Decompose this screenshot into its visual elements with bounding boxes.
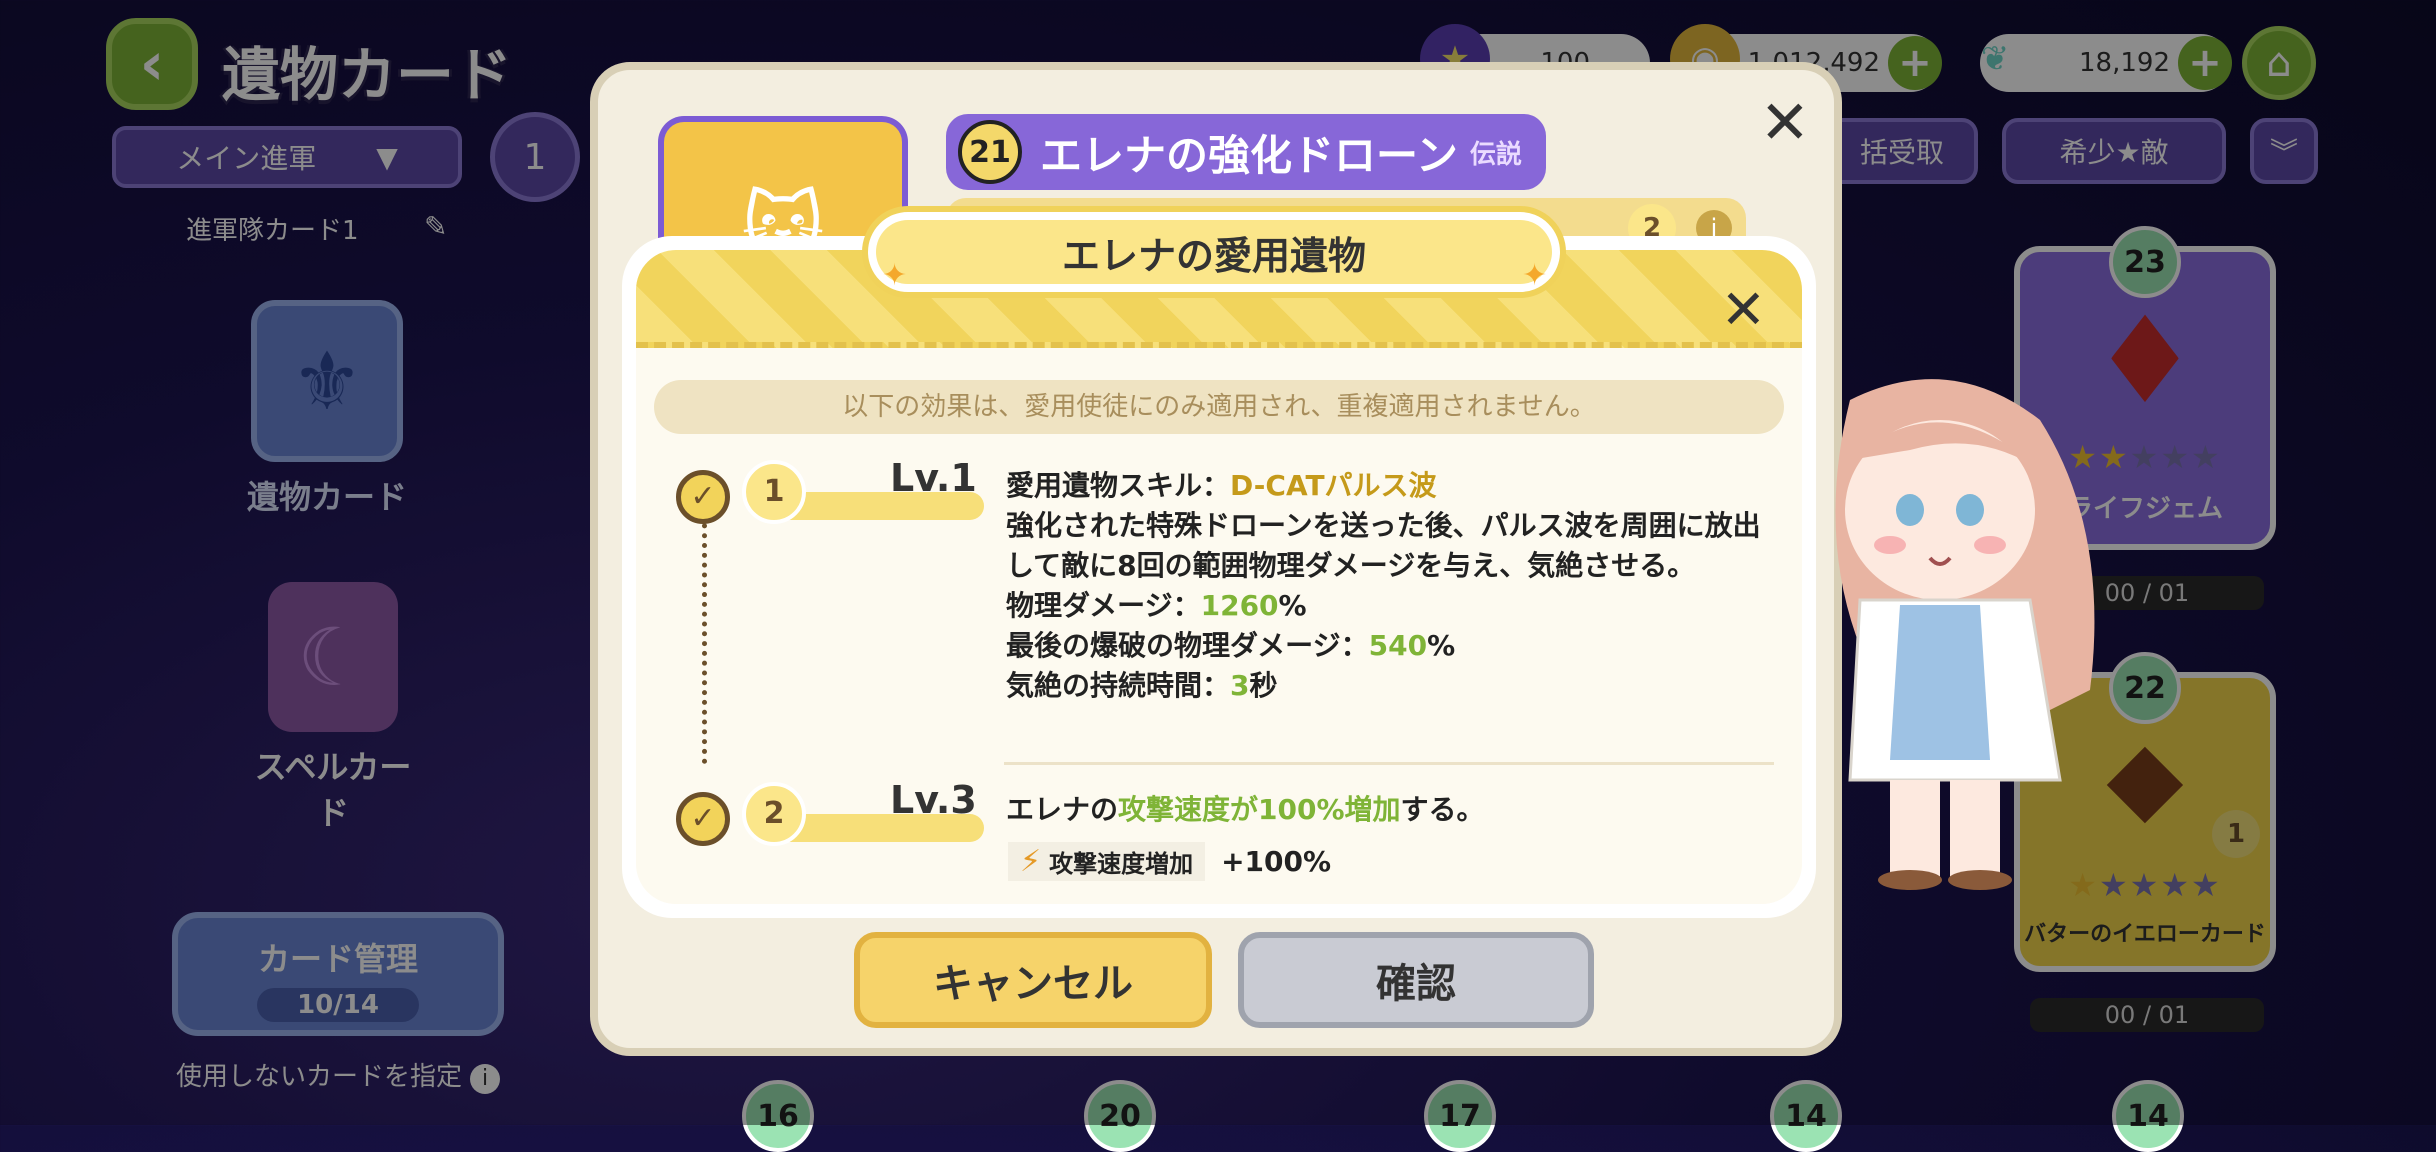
stat-value: 1260 bbox=[1200, 589, 1279, 622]
buff-row: ⚡ 攻撃速度増加 +100% bbox=[1008, 842, 1331, 881]
skill-prefix: 愛用遺物スキル： bbox=[1006, 469, 1231, 502]
skill-name: D-CATパルス波 bbox=[1230, 469, 1437, 502]
step-number: 2 bbox=[742, 782, 806, 846]
lv3-highlight: 攻撃速度が100%増加 bbox=[1118, 793, 1401, 826]
relic-name: エレナの強化ドローン bbox=[1040, 130, 1458, 180]
favorite-relic-dialog: ✕ 以下の効果は、愛用使徒にのみ適用され、重複適用されません。 ✓ 1 Lv.1… bbox=[622, 206, 1816, 918]
dialog-title-plate: エレナの愛用遺物 bbox=[862, 206, 1566, 298]
step-connector-line bbox=[702, 494, 707, 764]
close-icon[interactable]: ✕ bbox=[1760, 88, 1810, 158]
notice-text: 以下の効果は、愛用使徒にのみ適用され、重複適用されません。 bbox=[654, 380, 1784, 434]
stat-unit: % bbox=[1427, 629, 1456, 662]
cancel-button[interactable]: キャンセル bbox=[854, 932, 1212, 1028]
step-separator bbox=[1004, 762, 1774, 765]
stat-physical-damage: 物理ダメージ：1260% bbox=[1006, 586, 1766, 626]
lv3-suffix: する。 bbox=[1400, 793, 1485, 826]
buff-label: 攻撃速度増加 bbox=[1049, 850, 1194, 878]
stat-label: 物理ダメージ： bbox=[1006, 589, 1201, 622]
lv3-prefix: エレナの bbox=[1006, 793, 1119, 826]
check-icon: ✓ bbox=[676, 470, 730, 524]
stat-final-blast-damage: 最後の爆破の物理ダメージ：540% bbox=[1006, 626, 1766, 666]
skill-effect-text: 強化された特殊ドローンを送った後、パルス波を周囲に放出して敵に8回の範囲物理ダメ… bbox=[1006, 509, 1761, 582]
title-deco-left-icon: ✦ bbox=[882, 258, 908, 293]
step-level-label: Lv.3 bbox=[890, 778, 977, 822]
buff-value: +100% bbox=[1221, 845, 1332, 878]
stat-value: 3 bbox=[1230, 669, 1250, 702]
skill-title-line: 愛用遺物スキル：D-CATパルス波 bbox=[1006, 466, 1766, 506]
favorite-relic-dialog-body: ✕ 以下の効果は、愛用使徒にのみ適用され、重複適用されません。 ✓ 1 Lv.1… bbox=[636, 250, 1802, 904]
stat-unit: % bbox=[1278, 589, 1307, 622]
stat-label: 気絶の持続時間： bbox=[1006, 669, 1231, 702]
check-icon: ✓ bbox=[676, 792, 730, 846]
title-deco-right-icon: ✦ bbox=[1522, 258, 1548, 293]
confirm-button[interactable]: 確認 bbox=[1238, 932, 1594, 1028]
relic-title-bar: 21 エレナの強化ドローン 伝説 bbox=[946, 114, 1546, 190]
stat-stun-duration: 気絶の持続時間：3秒 bbox=[1006, 666, 1766, 706]
relic-rarity: 伝説 bbox=[1469, 139, 1522, 170]
attack-speed-icon: ⚡ bbox=[1020, 844, 1042, 879]
buff-chip: ⚡ 攻撃速度増加 bbox=[1008, 842, 1206, 881]
dialog-title: エレナの愛用遺物 bbox=[1061, 233, 1366, 278]
dialog-close-icon[interactable]: ✕ bbox=[1721, 278, 1766, 341]
stat-unit: 秒 bbox=[1249, 669, 1278, 702]
step-number: 1 bbox=[742, 460, 806, 524]
relic-level-badge: 21 bbox=[958, 120, 1022, 184]
lv1-skill-description: 愛用遺物スキル：D-CATパルス波 強化された特殊ドローンを送った後、パルス波を… bbox=[1006, 466, 1766, 706]
stat-label: 最後の爆破の物理ダメージ： bbox=[1006, 629, 1369, 662]
lv3-effect-description: エレナの攻撃速度が100%増加する。 bbox=[1006, 790, 1766, 830]
elena-character-illustration bbox=[1835, 379, 2095, 890]
stat-value: 540 bbox=[1368, 629, 1428, 662]
step-level-label: Lv.1 bbox=[890, 456, 977, 500]
